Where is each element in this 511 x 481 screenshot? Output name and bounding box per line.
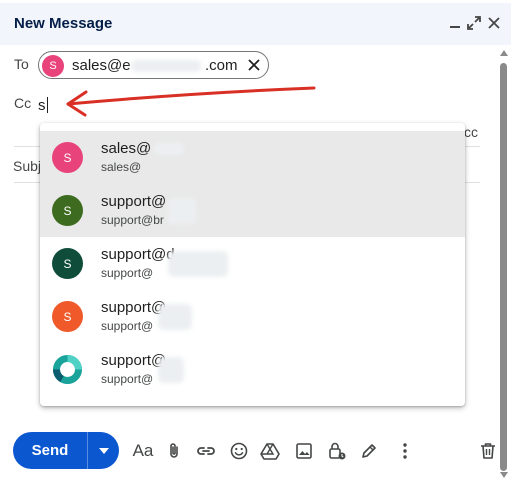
text-caret — [46, 97, 48, 113]
emoji-icon[interactable] — [228, 440, 250, 462]
to-label: To — [14, 56, 29, 72]
contact-name: support@ — [101, 299, 167, 316]
contact-email: sales@ — [101, 160, 142, 174]
send-button-group: Send — [13, 432, 119, 469]
suggestion-item[interactable]: S support@ support@br — [40, 184, 465, 237]
send-options-chevron-icon[interactable] — [88, 432, 119, 469]
redacted-block — [158, 357, 184, 383]
formatting-options-icon[interactable]: Aa — [132, 440, 154, 462]
close-icon[interactable] — [485, 14, 503, 32]
cc-label: Cc — [14, 95, 32, 111]
contact-name: support@ — [101, 193, 167, 210]
minimize-icon[interactable] — [446, 14, 464, 32]
redacted-block — [168, 198, 196, 224]
contact-name: sales@ — [101, 140, 152, 157]
contact-email: support@ — [101, 319, 154, 333]
cc-typed-text: s — [38, 97, 46, 114]
red-arrow-annotation — [66, 86, 316, 117]
signature-pen-icon[interactable] — [358, 440, 380, 462]
discard-trash-icon[interactable] — [477, 440, 499, 462]
suggestion-item[interactable]: support@ support@ — [40, 343, 465, 396]
compose-header: New Message — [0, 3, 511, 45]
compose-window: New Message To S sales@e .com Cc s cc Su… — [0, 3, 511, 481]
photo-icon[interactable] — [293, 440, 315, 462]
contact-email: support@br — [101, 213, 164, 227]
recipient-chip[interactable]: S sales@e .com — [38, 51, 269, 79]
more-options-icon[interactable] — [394, 440, 416, 462]
compose-title: New Message — [14, 15, 113, 32]
contact-avatar: S — [52, 301, 83, 332]
chip-domain: .com — [205, 57, 238, 74]
chip-avatar: S — [42, 55, 64, 77]
redacted-block — [131, 60, 201, 72]
autocomplete-dropdown: S sales@ sales@ S support@ support@br S … — [40, 123, 465, 406]
remove-recipient-icon[interactable] — [245, 56, 263, 74]
drive-icon[interactable] — [259, 440, 281, 462]
suggestion-item[interactable]: S sales@ sales@ — [40, 131, 465, 184]
contact-avatar: S — [52, 142, 83, 173]
bcc-link-partial[interactable]: cc — [464, 124, 478, 140]
suggestion-item[interactable]: S support@ support@ — [40, 290, 465, 343]
scroll-up-icon[interactable] — [499, 49, 509, 57]
scrollbar-thumb[interactable] — [500, 63, 507, 471]
send-button[interactable]: Send — [13, 432, 87, 469]
contact-email: support@ — [101, 266, 154, 280]
contact-name: support@ — [101, 352, 167, 369]
confidential-lock-icon[interactable] — [326, 440, 348, 462]
scrollbar[interactable] — [497, 43, 511, 481]
subject-label-partial[interactable]: Subj — [13, 158, 41, 174]
contact-avatar: S — [52, 248, 83, 279]
contact-avatar: S — [52, 195, 83, 226]
redacted-block — [154, 143, 184, 155]
contact-logo-icon — [52, 354, 83, 385]
suggestion-item[interactable]: S support@d support@ — [40, 237, 465, 290]
attach-icon[interactable] — [163, 440, 185, 462]
cc-input[interactable]: s — [38, 97, 48, 114]
chip-email: sales@e — [72, 57, 131, 74]
link-icon[interactable] — [195, 440, 217, 462]
redacted-block — [168, 251, 228, 277]
contact-name: support@d — [101, 246, 175, 263]
scroll-down-icon[interactable] — [499, 471, 509, 479]
expand-icon[interactable] — [465, 14, 483, 32]
contact-email: support@ — [101, 372, 154, 386]
redacted-block — [158, 304, 192, 330]
